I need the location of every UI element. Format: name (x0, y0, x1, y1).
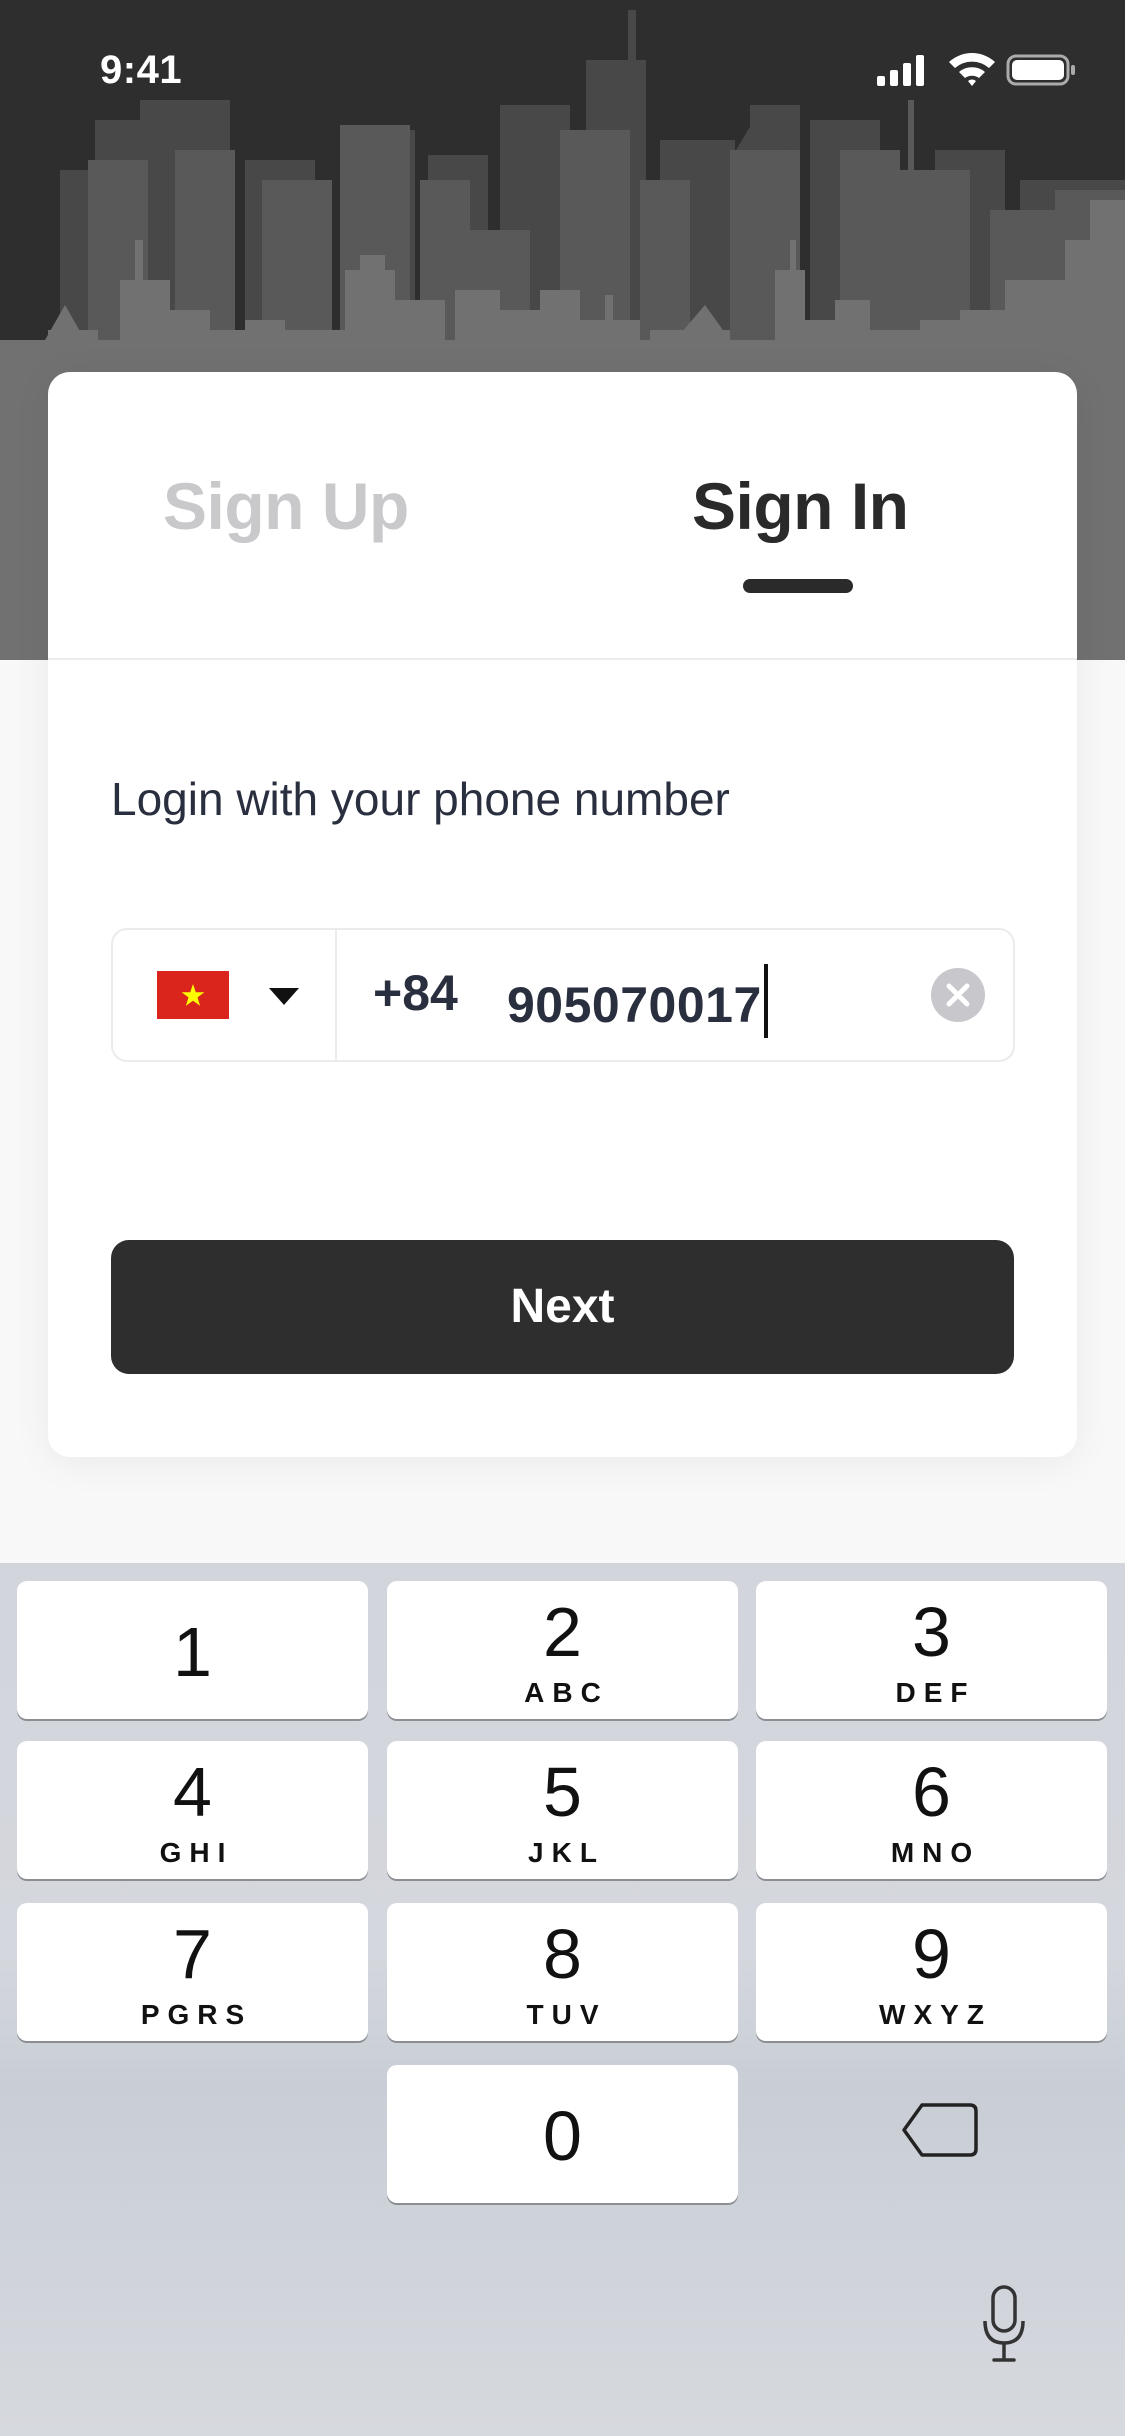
key-0[interactable]: 0 (387, 2065, 738, 2203)
country-code-selector[interactable] (113, 930, 337, 1060)
key-4[interactable]: 4 GHI (17, 1741, 368, 1879)
wifi-icon (949, 53, 995, 86)
phone-input[interactable]: 905070017 (507, 964, 768, 1038)
key-digit: 6 (912, 1753, 951, 1831)
key-3[interactable]: 3 DEF (756, 1581, 1107, 1719)
key-digit: 2 (543, 1593, 582, 1671)
text-cursor (763, 964, 768, 1038)
key-letters: WXYZ (879, 1999, 992, 2030)
key-5[interactable]: 5 JKL (387, 1741, 738, 1879)
key-8[interactable]: 8 TUV (387, 1903, 738, 2041)
battery-icon (1006, 54, 1075, 86)
status-bar-icons (877, 53, 1075, 86)
close-icon (946, 983, 970, 1007)
backspace-icon[interactable] (900, 2101, 980, 2159)
key-2[interactable]: 2 ABC (387, 1581, 738, 1719)
key-digit: 0 (543, 2097, 582, 2175)
vietnam-flag-icon (157, 971, 229, 1019)
key-digit: 3 (912, 1593, 951, 1671)
divider (48, 658, 1077, 660)
numeric-keypad: 1 2 ABC 3 DEF 4 GHI 5 JKL 6 MNO 7 PGRS 8… (0, 1563, 1125, 2436)
key-digit: 8 (543, 1915, 582, 1993)
dial-code: +84 (373, 965, 458, 1021)
key-letters: JKL (528, 1837, 605, 1868)
key-letters: DEF (895, 1677, 976, 1708)
phone-input-value: 905070017 (507, 977, 762, 1033)
tab-sign-in[interactable]: Sign In (692, 468, 909, 544)
phone-number-field: +84 905070017 (111, 928, 1015, 1062)
status-bar-time: 9:41 (100, 48, 183, 92)
key-9[interactable]: 9 WXYZ (756, 1903, 1107, 2041)
login-subtitle: Login with your phone number (111, 773, 730, 825)
key-digit: 4 (173, 1753, 212, 1831)
key-digit: 5 (543, 1753, 582, 1831)
key-letters: TUV (526, 1999, 607, 2030)
caret-down-icon (269, 988, 299, 1005)
key-1[interactable]: 1 (17, 1581, 368, 1719)
key-digit: 1 (173, 1613, 212, 1691)
next-button[interactable]: Next (111, 1240, 1014, 1374)
key-letters: MNO (890, 1837, 981, 1868)
microphone-icon[interactable] (982, 2285, 1026, 2365)
key-6[interactable]: 6 MNO (756, 1741, 1107, 1879)
tab-sign-up[interactable]: Sign Up (163, 468, 409, 544)
key-digit: 9 (912, 1915, 951, 1993)
auth-card: Sign Up Sign In Login with your phone nu… (48, 372, 1077, 1457)
clear-input-button[interactable] (931, 968, 985, 1022)
key-letters: PGRS (140, 1999, 253, 2030)
key-digit: 7 (173, 1915, 212, 1993)
active-tab-indicator (743, 579, 853, 593)
signal-icon (877, 55, 924, 86)
key-letters: ABC (524, 1677, 609, 1708)
key-letters: GHI (159, 1837, 234, 1868)
key-7[interactable]: 7 PGRS (17, 1903, 368, 2041)
